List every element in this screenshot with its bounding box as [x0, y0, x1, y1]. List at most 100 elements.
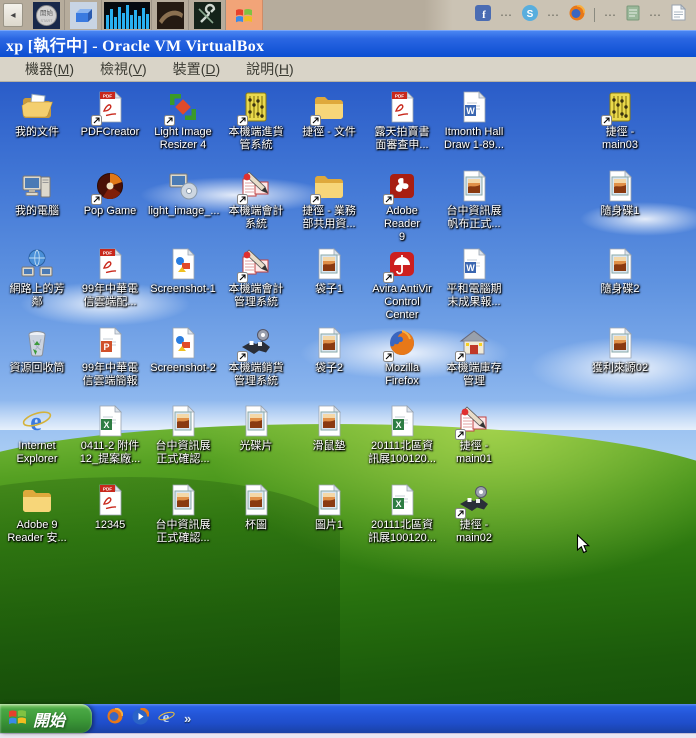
desktop-icon-network-places[interactable]: 網路上的芳 鄰: [2, 247, 72, 309]
desktop-icon-inventory-mgmt[interactable]: 本機端庫存 管理: [439, 326, 509, 388]
skype-icon[interactable]: S: [522, 4, 538, 26]
desktop-icon-purchase-system[interactable]: 本機端進貨 管系統: [221, 90, 291, 152]
desktop-icon-north-expo-excel-2[interactable]: X 20111北區資 訊展100120...: [367, 483, 437, 545]
blue-box-tile[interactable]: [65, 0, 102, 30]
desktop-icon-itmonth-hall-doc[interactable]: W Itmonth Hall Draw 1-89...: [439, 90, 509, 152]
network-icon: [20, 247, 54, 281]
desktop-icon-cht-cloud-pdf[interactable]: PDF 99年中華電 信雲端配...: [75, 247, 145, 309]
desktop-icon-accounting-system[interactable]: 本機端會計 系統: [221, 169, 291, 231]
svg-text:PDF: PDF: [395, 94, 404, 99]
desktop-icon-usb-drive-1[interactable]: 隨身碟1: [585, 169, 655, 218]
desktop-icon-label: 捷徑 - main02: [455, 519, 493, 544]
desktop-icon-bag-2[interactable]: 袋子2: [294, 326, 364, 375]
desktop-icon-accounting-mgmt[interactable]: 本機端會計 管理系統: [221, 247, 291, 309]
firefox-icon: [383, 326, 419, 362]
desktop-icon-profit-source-02[interactable]: 獲利來源02: [585, 326, 655, 375]
desktop-icon-sales-mgmt-system[interactable]: 本機端銷貨 管理系統: [221, 326, 291, 388]
desktop-icon-label: 台中資訊展 帆布正式...: [446, 205, 502, 230]
desktop-icon-shortcut-sales-share[interactable]: 捷徑 - 業務 部共用資...: [294, 169, 364, 231]
desktop-icon-image-1[interactable]: 圖片1: [294, 483, 364, 532]
start-orb-tile[interactable]: 開始 START: [28, 0, 65, 30]
desktop-icon-internet-explorer[interactable]: e Internet Explorer: [2, 404, 72, 466]
my-documents-icon: [20, 90, 54, 124]
shortcut-arrow-icon: [310, 115, 321, 126]
firefox-icon[interactable]: [569, 4, 586, 26]
desktop-icon-taichung-expo-banner[interactable]: 台中資訊展 帆布正式...: [439, 169, 509, 231]
desktop-icon-label: 捷徑 - main01: [455, 440, 493, 465]
media-player-quicklaunch-icon[interactable]: [132, 706, 150, 730]
desktop-icon-bag-1[interactable]: 袋子1: [294, 247, 364, 296]
mouse-cursor: [576, 533, 591, 560]
menu-v[interactable]: 檢視(V): [89, 57, 158, 81]
tray-overflow-dots[interactable]: ⋯: [649, 8, 662, 22]
desktop-icon-pop-game[interactable]: Pop Game: [75, 169, 145, 218]
desktop-icon-mozilla-firefox[interactable]: Mozilla Firefox: [367, 326, 437, 388]
shortcut-arrow-icon: [383, 194, 394, 205]
desktop-icon-label: 99年中華電 信雲端簡報: [81, 362, 139, 387]
xp-taskbar[interactable]: 開始 e»: [0, 704, 696, 733]
desktop-icon-shortcut-documents[interactable]: 捷徑 - 文件: [294, 90, 364, 139]
desktop-icon-pdf-12345[interactable]: PDF 12345: [75, 483, 145, 532]
writer-document-icon[interactable]: [671, 3, 687, 26]
desktop-icon-usb-drive-2[interactable]: 隨身碟2: [585, 247, 655, 296]
desktop-icon-screenshot-1[interactable]: Screenshot-1: [148, 247, 218, 296]
firefox-quicklaunch-icon[interactable]: [107, 707, 124, 729]
desktop-icon-pdfcreator[interactable]: PDF PDFCreator: [75, 90, 145, 139]
image-resizer-icon: [164, 90, 200, 126]
desktop-icon-attachment-12-excel[interactable]: X 0411-2 附件 12_提案廠...: [75, 404, 145, 466]
desktop-icon-ruten-review-pdf[interactable]: PDF 露天拍賣書 面審查申...: [367, 90, 437, 152]
desktop-icon-my-computer[interactable]: 我的電腦: [2, 169, 72, 218]
abacus-icon: [237, 90, 273, 126]
adobe-reader-icon: [383, 169, 419, 205]
desktop-icon-north-expo-excel-1[interactable]: X 20111北區資 訊展100120...: [367, 404, 437, 466]
virtualbox-title-bar[interactable]: xp [執行中] - Oracle VM VirtualBox: [0, 30, 696, 57]
desktop-icon-shortcut-main01[interactable]: 捷徑 - main01: [439, 404, 509, 466]
desktop-icon-cht-cloud-ppt[interactable]: P 99年中華電 信雲端簡報: [75, 326, 145, 388]
desktop-icon-avira-antivir[interactable]: Avira AntiVir Control Center: [367, 247, 437, 322]
desktop-icon-screenshot-2[interactable]: Screenshot-2: [148, 326, 218, 375]
leather-app-tile[interactable]: [152, 0, 189, 30]
desktop-icon-label: 資源回收筒: [9, 362, 65, 374]
notes-icon[interactable]: [626, 5, 640, 26]
host-launcher-tiles: 開始 START: [28, 0, 263, 30]
facebook-icon[interactable]: f: [475, 4, 491, 26]
quick-launch-bar: e»: [107, 706, 191, 730]
desktop-icon-label: 本機端銷貨 管理系統: [228, 362, 284, 387]
xp-desktop[interactable]: 我的文件 PDF PDFCreator Light Image Resizer 4 本機…: [0, 82, 696, 704]
internet-explorer-quicklaunch-icon[interactable]: e: [158, 708, 175, 730]
tray-overflow-dots[interactable]: ⋯: [604, 8, 617, 22]
shortcut-arrow-icon: [383, 272, 394, 283]
start-button[interactable]: 開始: [0, 704, 92, 733]
collapse-back-button[interactable]: ◂: [3, 3, 23, 27]
tray-overflow-dots[interactable]: ⋯: [547, 8, 560, 22]
desktop-icon-adobe-reader-9[interactable]: Adobe Reader 9: [367, 169, 437, 244]
desktop-icon-shortcut-main03[interactable]: 捷徑 - main03: [585, 90, 655, 152]
desktop-icon-recycle-bin[interactable]: 資源回收筒: [2, 326, 72, 375]
desktop-icon-shortcut-main02[interactable]: 捷徑 - main02: [439, 483, 509, 545]
menu-d[interactable]: 裝置(D): [162, 57, 231, 81]
pdf-file-icon: PDF: [93, 483, 127, 517]
desktop-icon-light-image-installer[interactable]: light_image_...: [148, 169, 220, 218]
menu-m[interactable]: 機器(M): [14, 57, 85, 81]
desktop-icon-light-image-resizer-4[interactable]: Light Image Resizer 4: [148, 90, 218, 152]
toolbox-tile[interactable]: [189, 0, 226, 30]
menu-h[interactable]: 說明(H): [235, 57, 304, 81]
desktop-icon-taichung-expo-confirm2[interactable]: 台中資訊展 正式確認...: [148, 483, 218, 545]
desktop-icon-my-documents[interactable]: 我的文件: [2, 90, 72, 139]
desktop-icon-label: 台中資訊展 正式確認...: [155, 519, 211, 544]
desktop-icon-optical-disc[interactable]: 光碟片: [221, 404, 291, 453]
word-doc-icon: W: [457, 247, 491, 281]
photo-file-icon: [239, 483, 273, 517]
shortcut-arrow-icon: [455, 351, 466, 362]
tray-overflow-dots[interactable]: ⋯: [500, 8, 513, 22]
desktop-icon-taichung-expo-confirm1[interactable]: 台中資訊展 正式確認...: [148, 404, 218, 466]
pen-icon: [237, 169, 273, 205]
desktop-icon-label: 我的電腦: [15, 205, 59, 217]
desktop-icon-cup-image[interactable]: 杯圖: [221, 483, 291, 532]
desktop-icon-adobe9-reader-folder[interactable]: Adobe 9 Reader 安...: [2, 483, 72, 545]
quicklaunch-more-chevron[interactable]: »: [184, 711, 191, 726]
xp-vm-tile[interactable]: [226, 0, 263, 30]
desktop-icon-mouse-pad[interactable]: 滑鼠墊: [294, 404, 364, 453]
desktop-icon-pinghe-report-doc[interactable]: W 平和電腦期 末成果報...: [439, 247, 509, 309]
equalizer-tile[interactable]: [102, 0, 152, 30]
